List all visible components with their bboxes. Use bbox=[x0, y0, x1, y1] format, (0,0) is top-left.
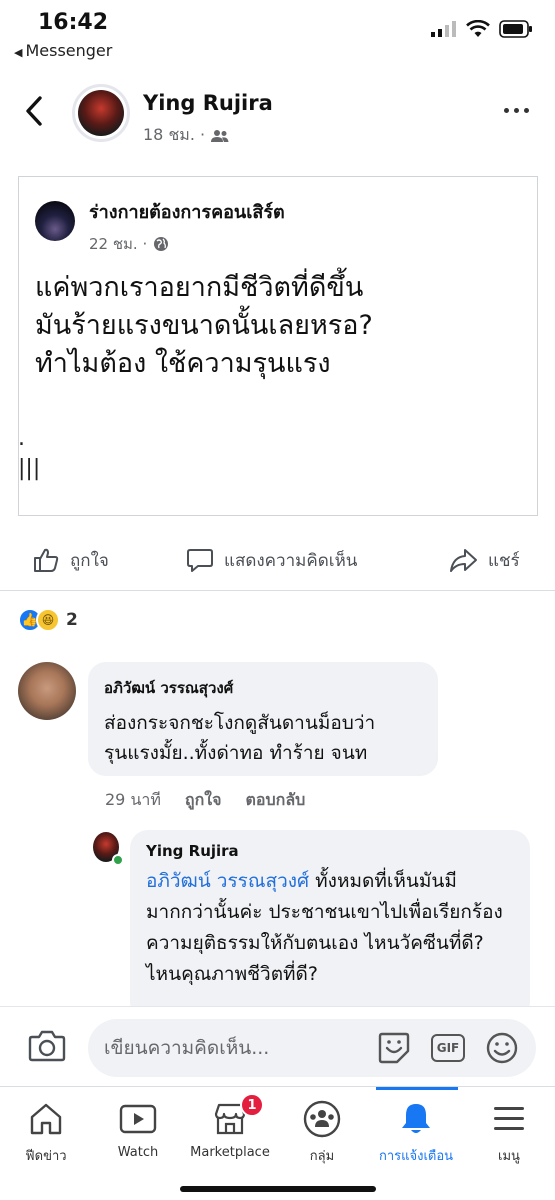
author-avatar[interactable] bbox=[72, 84, 130, 142]
comment-time: 29 นาที bbox=[105, 790, 161, 809]
shared-post[interactable]: ร่างกายต้องการคอนเสิร์ต 22 ชม. · แค่พวกเ… bbox=[18, 176, 538, 516]
like-button[interactable]: ถูกใจ bbox=[32, 546, 109, 574]
shared-meta: 22 ชม. · bbox=[89, 232, 169, 256]
back-to-messenger[interactable]: ◀ Messenger bbox=[14, 41, 112, 60]
reply-bubble[interactable]: Ying Rujira อภิวัฒน์ วรรณสุวงศ์ ทั้งหมดท… bbox=[130, 830, 530, 1020]
commenter-avatar[interactable] bbox=[18, 662, 76, 720]
page-avatar[interactable] bbox=[35, 201, 75, 241]
tab-label: เมนู bbox=[498, 1149, 520, 1164]
home-icon bbox=[30, 1103, 62, 1135]
back-triangle-icon: ◀ bbox=[14, 46, 23, 59]
battery-icon bbox=[499, 20, 532, 38]
divider bbox=[0, 590, 555, 591]
comment-label: แสดงความคิดเห็น bbox=[224, 550, 358, 571]
shared-time: 22 ชม. · bbox=[89, 235, 148, 253]
more-options-icon[interactable] bbox=[504, 108, 529, 113]
shared-post-tail: . ||| bbox=[18, 426, 41, 481]
wifi-icon bbox=[466, 20, 490, 37]
comment-bubble[interactable]: อภิวัฒน์ วรรณสุวงศ์ ส่องกระจกชะโงกดูสันด… bbox=[88, 662, 438, 776]
system-icons bbox=[431, 20, 533, 38]
post-meta: 18 ชม. · bbox=[143, 123, 229, 148]
notification-badge: 1 bbox=[240, 1093, 264, 1117]
tab-marketplace[interactable]: 1 Marketplace bbox=[184, 1093, 276, 1160]
comment-text: ส่องกระจกชะโงกดูสันดานม็อบว่า รุนแรงมั้ย… bbox=[104, 712, 376, 764]
watch-icon bbox=[119, 1104, 157, 1134]
comment-like-link[interactable]: ถูกใจ bbox=[185, 788, 222, 813]
post-time: 18 ชม. · bbox=[143, 125, 206, 144]
globe-icon bbox=[154, 237, 169, 251]
comment-reply-link[interactable]: ตอบกลับ bbox=[245, 788, 305, 813]
post-header: Ying Rujira 18 ชม. · bbox=[0, 66, 555, 166]
tab-news-feed[interactable]: ฟีดข่าว bbox=[0, 1099, 92, 1166]
comment-bubble-icon bbox=[187, 549, 213, 572]
reply-text: อภิวัฒน์ วรรณสุวงศ์ ทั้งหมดที่เห็นมันมีม… bbox=[146, 866, 514, 990]
active-tab-indicator bbox=[376, 1087, 458, 1090]
commenter-name[interactable]: อภิวัฒน์ วรรณสุวงศ์ bbox=[104, 676, 422, 700]
shared-post-text: แค่พวกเราอยากมีชีวิตที่ดีขึ้น มันร้ายแรง… bbox=[35, 272, 373, 379]
share-button[interactable]: แชร์ bbox=[448, 546, 520, 574]
reaction-summary[interactable]: 👍 😆 2 bbox=[18, 608, 78, 632]
reply-mention[interactable]: อภิวัฒน์ วรรณสุวงศ์ bbox=[146, 870, 309, 892]
friends-audience-icon bbox=[211, 129, 229, 142]
status-bar: 16:42 ◀ Messenger bbox=[0, 0, 555, 66]
comment-button[interactable]: แสดงความคิดเห็น bbox=[186, 546, 357, 574]
author-avatar-image bbox=[78, 90, 124, 136]
online-status-dot bbox=[112, 854, 124, 866]
back-chevron-icon[interactable] bbox=[22, 94, 48, 128]
tab-watch[interactable]: Watch bbox=[92, 1099, 184, 1160]
share-arrow-icon bbox=[450, 549, 477, 572]
thumbs-up-icon bbox=[34, 548, 59, 572]
back-app-label: Messenger bbox=[25, 41, 113, 60]
camera-icon[interactable] bbox=[28, 1029, 66, 1063]
share-label: แชร์ bbox=[488, 550, 520, 571]
haha-reaction-icon: 😆 bbox=[36, 608, 60, 632]
comment-composer: GIF bbox=[0, 1006, 555, 1086]
composer-icons: GIF bbox=[377, 1031, 519, 1065]
tab-groups[interactable]: กลุ่ม bbox=[276, 1099, 368, 1166]
bottom-tab-bar: ฟีดข่าว Watch 1 Marketplace กลุ่ม การแจ้… bbox=[0, 1086, 555, 1200]
like-label: ถูกใจ bbox=[70, 550, 109, 571]
reply-author-name[interactable]: Ying Rujira bbox=[146, 842, 514, 860]
bell-icon bbox=[402, 1104, 430, 1133]
tab-label: Watch bbox=[117, 1145, 159, 1160]
tab-notifications[interactable]: การแจ้งเตือน bbox=[370, 1099, 462, 1166]
home-indicator bbox=[180, 1186, 376, 1192]
tab-label: การแจ้งเตือน bbox=[378, 1149, 454, 1164]
tab-label: Marketplace bbox=[190, 1145, 270, 1160]
tab-label: ฟีดข่าว bbox=[25, 1149, 67, 1164]
cellular-signal-icon bbox=[431, 21, 456, 37]
tab-menu[interactable]: เมนู bbox=[463, 1099, 555, 1166]
gif-button[interactable]: GIF bbox=[431, 1034, 465, 1062]
menu-icon bbox=[494, 1107, 524, 1130]
post-action-bar: ถูกใจ แสดงความคิดเห็น แชร์ bbox=[0, 540, 555, 584]
status-time: 16:42 bbox=[38, 10, 109, 35]
emoji-icon[interactable] bbox=[485, 1031, 519, 1065]
post-author-name[interactable]: Ying Rujira bbox=[143, 91, 273, 115]
groups-icon bbox=[303, 1100, 341, 1138]
shared-page-name[interactable]: ร่างกายต้องการคอนเสิร์ต bbox=[89, 197, 285, 226]
sticker-icon[interactable] bbox=[377, 1031, 411, 1065]
reaction-count: 2 bbox=[66, 610, 78, 630]
tab-label: กลุ่ม bbox=[309, 1149, 335, 1164]
comment-meta: 29 นาที ถูกใจ ตอบกลับ bbox=[105, 788, 305, 813]
